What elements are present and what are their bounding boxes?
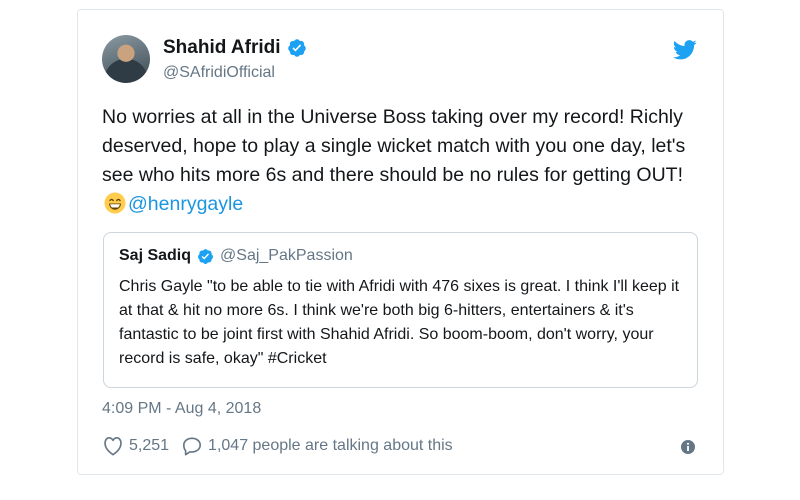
mention-link[interactable]: @henrygayle xyxy=(128,193,243,215)
tweet-body: No worries at all in the Universe Boss t… xyxy=(102,106,686,186)
author-handle[interactable]: @SAfridiOfficial xyxy=(163,64,275,82)
verified-badge-icon xyxy=(197,248,214,265)
grinning-face-emoji-icon xyxy=(104,192,126,214)
speech-bubble-icon xyxy=(183,437,202,456)
tweet-timestamp[interactable]: 4:09 PM - Aug 4, 2018 xyxy=(102,400,261,418)
replies-text: 1,047 people are talking about this xyxy=(208,437,453,454)
quoted-tweet-text: Chris Gayle "to be able to tie with Afri… xyxy=(119,278,680,367)
embedded-tweet-card: Shahid Afridi @SAfridiOfficial No worrie… xyxy=(77,9,724,475)
quoted-author-name: Saj Sadiq xyxy=(119,247,192,264)
heart-icon xyxy=(104,437,122,456)
tweet-text: No worries at all in the Universe Boss t… xyxy=(102,103,702,219)
replies-button[interactable]: 1,047 people are talking about this xyxy=(181,436,453,456)
quoted-author-handle: @Saj_PakPassion xyxy=(220,247,353,264)
info-icon[interactable] xyxy=(681,440,695,454)
tweet-actions: 5,251 1,047 people are talking about thi… xyxy=(102,436,465,456)
author-avatar[interactable] xyxy=(102,35,150,83)
twitter-bird-icon[interactable] xyxy=(672,40,697,60)
verified-badge-icon xyxy=(287,38,307,58)
like-button[interactable]: 5,251 xyxy=(102,436,169,456)
author-display-name[interactable]: Shahid Afridi xyxy=(163,37,281,59)
quoted-author-row: Saj Sadiq @Saj_PakPassion xyxy=(119,247,353,265)
author-name-row: Shahid Afridi xyxy=(163,37,307,59)
quoted-tweet[interactable]: Saj Sadiq @Saj_PakPassion Chris Gayle "t… xyxy=(103,232,698,388)
like-count: 5,251 xyxy=(129,437,170,454)
